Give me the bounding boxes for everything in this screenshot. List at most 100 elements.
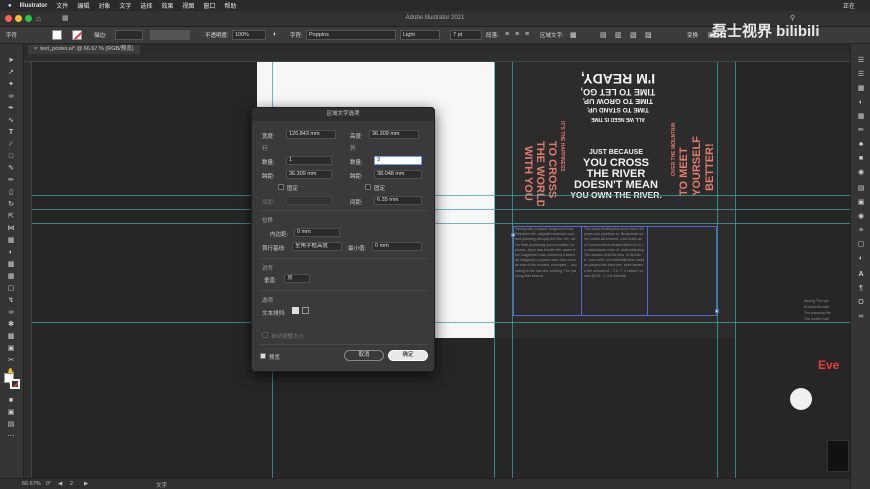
recolor-icon[interactable]: ◐: [273, 31, 277, 38]
area-type-icon[interactable]: ▦: [570, 31, 577, 39]
brushes-panel-icon[interactable]: ✏: [855, 126, 867, 135]
rotate-tool-icon[interactable]: ↻: [5, 200, 17, 209]
opacity-field[interactable]: 100%: [232, 30, 266, 40]
opentype-panel-icon[interactable]: O: [855, 298, 867, 307]
stroke-weight-field[interactable]: [115, 30, 143, 40]
apple-icon[interactable]: ●: [8, 3, 12, 9]
align-horizontal-icon[interactable]: ▨: [645, 31, 652, 39]
align-left-icon[interactable]: ≡: [505, 31, 509, 38]
preview-checkbox[interactable]: [260, 353, 266, 359]
links-panel-icon[interactable]: ∞: [855, 312, 867, 321]
stroke-swatch[interactable]: [72, 30, 82, 40]
gradient-panel-icon[interactable]: ▢: [855, 240, 867, 249]
mesh-tool-icon[interactable]: ▦: [5, 272, 17, 281]
rotation-field[interactable]: 0°: [46, 481, 51, 487]
artboard-next-icon[interactable]: ▶: [84, 481, 88, 487]
menu-file[interactable]: 文件: [56, 1, 68, 10]
min-field[interactable]: 0 mm: [372, 242, 422, 251]
shape-builder-tool-icon[interactable]: ◐: [5, 248, 17, 257]
transform-panel-icon[interactable]: ▣: [855, 198, 867, 207]
columns-fixed-checkbox[interactable]: [365, 184, 371, 190]
artboard-tool-icon[interactable]: ▣: [5, 344, 17, 353]
character-panel-icon[interactable]: A: [855, 270, 867, 279]
font-size-field[interactable]: 7 pt: [450, 30, 482, 40]
selection-tool-icon[interactable]: ➤: [5, 56, 17, 65]
lasso-tool-icon[interactable]: ∞: [5, 92, 17, 101]
first-baseline-dropdown[interactable]: 全角字框高度: [292, 242, 342, 251]
color-panel-icon[interactable]: ◐: [855, 98, 867, 107]
symbols-panel-icon[interactable]: ♣: [855, 140, 867, 149]
menu-app-name[interactable]: Illustrator: [20, 3, 48, 9]
properties-panel-icon[interactable]: ☰: [855, 56, 867, 65]
menu-type[interactable]: 文字: [119, 1, 131, 10]
fill-stroke-indicator[interactable]: [4, 373, 20, 389]
font-weight-field[interactable]: Light: [400, 30, 440, 40]
body-text-column-2[interactable]: The same.thinking.the.since bore.100 yea…: [584, 227, 645, 315]
paintbrush-tool-icon[interactable]: ✎: [5, 164, 17, 173]
align-objects-icon[interactable]: ▤: [600, 31, 607, 39]
line-tool-icon[interactable]: ∕: [5, 140, 17, 149]
transparency-panel-icon[interactable]: ◐: [855, 254, 867, 263]
eyedropper-tool-icon[interactable]: ↯: [5, 296, 17, 305]
width-tool-icon[interactable]: ⋈: [5, 224, 17, 233]
poster-artboard[interactable]: I'M READY, TIME TO LET GO, TIME TO GROW …: [495, 62, 735, 338]
pathfinder-panel-icon[interactable]: ◉: [855, 212, 867, 221]
inset-field[interactable]: 0 mm: [294, 228, 340, 237]
align-panel-icon[interactable]: ▤: [855, 184, 867, 193]
paragraph-label[interactable]: 段落:: [486, 31, 499, 39]
ok-button[interactable]: 确定: [388, 350, 428, 361]
width-field[interactable]: 126.843 mm: [286, 130, 336, 139]
color-mode-icon[interactable]: ■: [5, 396, 17, 405]
menu-window[interactable]: 窗口: [203, 1, 215, 10]
menu-effect[interactable]: 效果: [161, 1, 173, 10]
type-tool-icon[interactable]: T: [5, 128, 17, 137]
menu-view[interactable]: 视图: [182, 1, 194, 10]
menu-edit[interactable]: 编辑: [77, 1, 89, 10]
artboard-number-field[interactable]: 2: [70, 481, 73, 487]
direct-selection-tool-icon[interactable]: ↗: [5, 68, 17, 77]
menu-object[interactable]: 对象: [98, 1, 110, 10]
style-dropdown[interactable]: [150, 30, 190, 40]
character-label[interactable]: 字符:: [290, 31, 303, 39]
appearance-panel-icon[interactable]: ◉: [855, 168, 867, 177]
blend-tool-icon[interactable]: ∞: [5, 308, 17, 317]
close-tab-icon[interactable]: ×: [34, 46, 37, 52]
paragraph-panel-icon[interactable]: ¶: [855, 284, 867, 293]
swatches-panel-icon[interactable]: ▦: [855, 112, 867, 121]
edit-toolbar-icon[interactable]: ⋯: [5, 432, 17, 441]
columns-span-field[interactable]: 38.048 mm: [374, 170, 422, 179]
body-text-column-1[interactable]: Saving skin, passed Judgement took Resol…: [515, 227, 577, 315]
column-graph-tool-icon[interactable]: ▩: [5, 332, 17, 341]
free-transform-tool-icon[interactable]: ▦: [5, 236, 17, 245]
columns-gutter-field[interactable]: 6.35 mm: [374, 196, 422, 205]
text-flow-by-columns-icon[interactable]: [302, 307, 309, 314]
libraries-panel-icon[interactable]: ▦: [855, 84, 867, 93]
align-vertical-icon[interactable]: ▧: [630, 31, 637, 39]
area-type-label[interactable]: 区域文字:: [540, 31, 564, 39]
text-flow-by-rows-icon[interactable]: [292, 307, 299, 314]
curvature-tool-icon[interactable]: ∿: [5, 116, 17, 125]
fill-swatch[interactable]: [52, 30, 62, 40]
rectangle-tool-icon[interactable]: □: [5, 152, 17, 161]
stroke-panel-icon[interactable]: ≡: [855, 226, 867, 235]
artboard-prev-icon[interactable]: ◀: [58, 481, 62, 487]
rows-count-field[interactable]: 1: [286, 156, 332, 165]
eraser-tool-icon[interactable]: ▯: [5, 188, 17, 197]
cancel-button[interactable]: 取消: [344, 350, 384, 361]
columns-count-field[interactable]: 3: [374, 156, 422, 165]
vertical-align-dropdown[interactable]: 顶: [284, 274, 310, 283]
draw-mode-icon[interactable]: ▣: [5, 408, 17, 417]
vertical-ruler[interactable]: [24, 62, 32, 478]
canvas-area[interactable]: I'M READY, TIME TO LET GO, TIME TO GROW …: [32, 62, 850, 478]
horizontal-ruler[interactable]: [24, 54, 850, 62]
zoom-level-field[interactable]: 66.67%: [22, 481, 41, 487]
font-family-field[interactable]: Poppins: [306, 30, 396, 40]
layers-panel-icon[interactable]: ☰: [855, 70, 867, 79]
pen-tool-icon[interactable]: ✒: [5, 104, 17, 113]
align-center-icon[interactable]: ≡: [515, 31, 519, 38]
menu-select[interactable]: 选择: [140, 1, 152, 10]
rows-span-field[interactable]: 36.309 mm: [286, 170, 332, 179]
document-tab[interactable]: × text_poster.ai* @ 66.67 % (RGB/预览): [28, 45, 140, 54]
rows-fixed-checkbox[interactable]: [278, 184, 284, 190]
align-right-icon[interactable]: ≡: [525, 31, 529, 38]
